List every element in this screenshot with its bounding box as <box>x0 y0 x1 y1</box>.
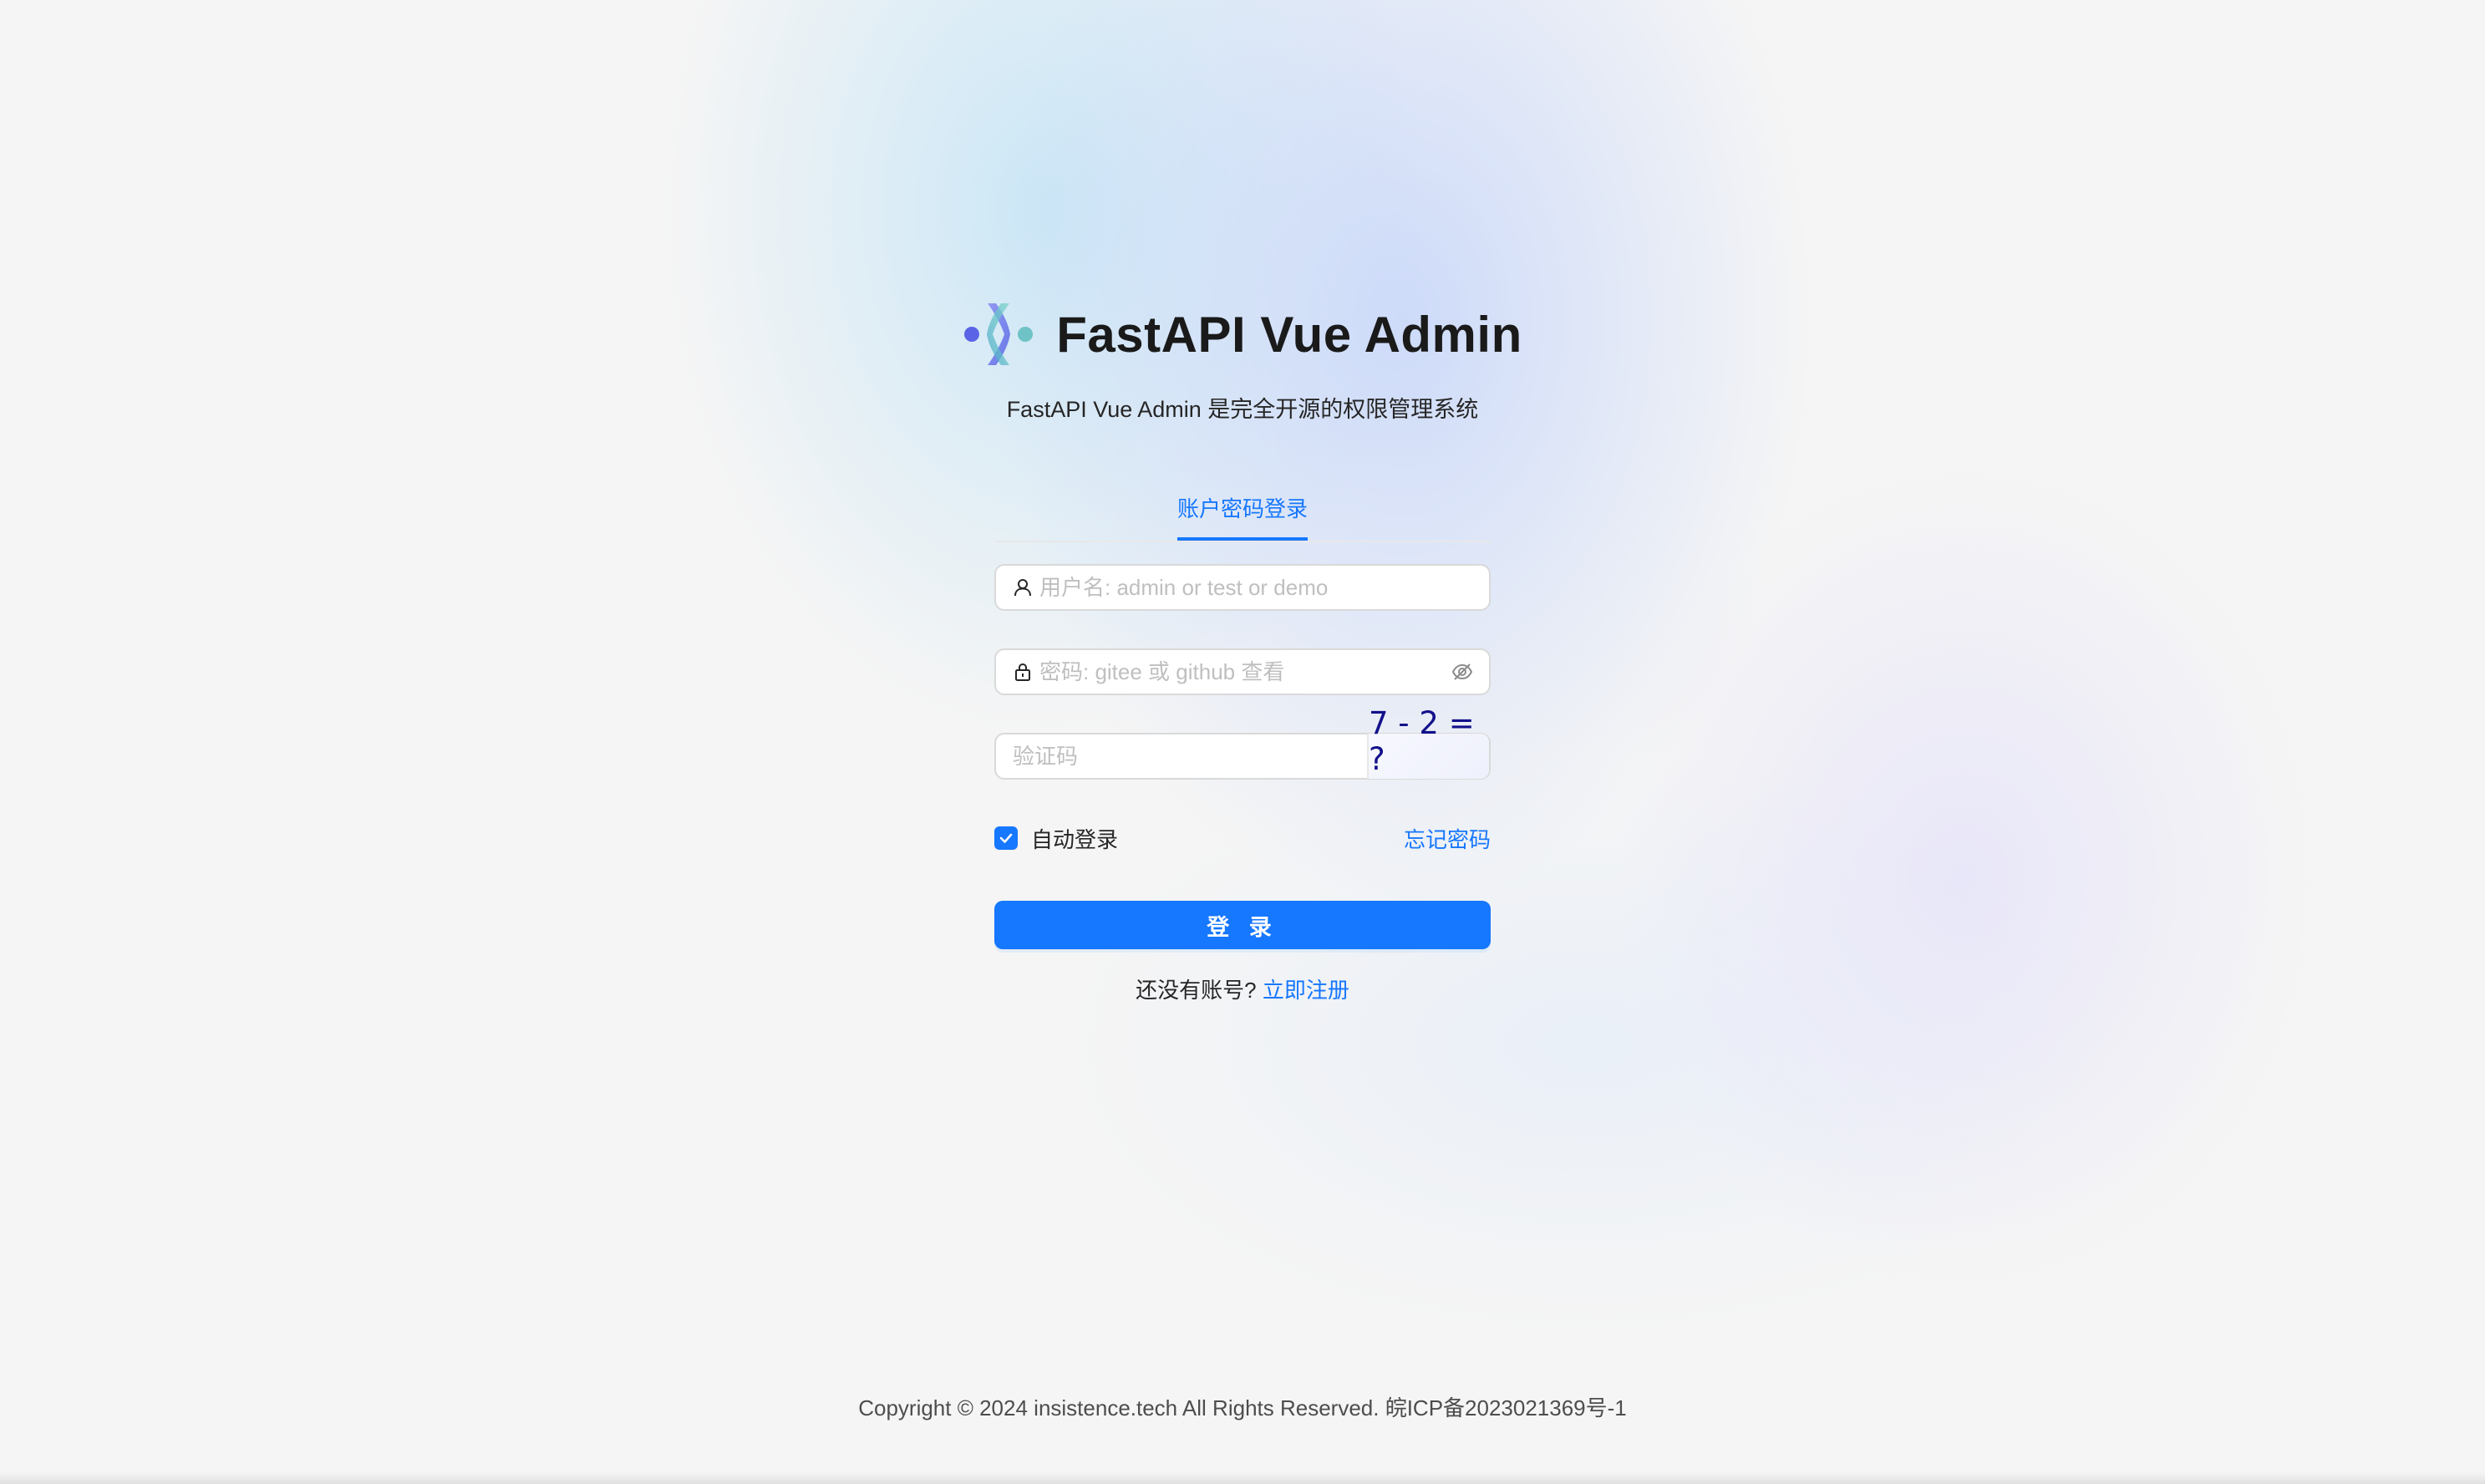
login-options-row: 自动登录 忘记密码 <box>994 821 1491 855</box>
checkbox-checked-icon[interactable] <box>994 826 1018 850</box>
lock-icon <box>1015 663 1030 681</box>
login-header: FastAPI Vue Admin FastAPI Vue Admin 是完全开… <box>0 294 2485 424</box>
eye-invisible-icon[interactable] <box>1451 660 1474 684</box>
auto-login-label: 自动登录 <box>1031 826 1119 852</box>
captcha-input[interactable] <box>996 734 1367 778</box>
title-row: FastAPI Vue Admin <box>0 294 2485 374</box>
register-row: 还没有账号? 立即注册 <box>994 973 1491 1004</box>
username-input[interactable] <box>1039 566 1489 609</box>
password-field[interactable] <box>994 648 1491 695</box>
auto-login-checkbox[interactable]: 自动登录 <box>994 823 1118 854</box>
password-input[interactable] <box>1039 650 1451 694</box>
fastapi-vue-admin-logo <box>964 303 1034 365</box>
captcha-field[interactable]: 7 - 2 = ? <box>994 705 1491 780</box>
username-field[interactable] <box>994 564 1491 611</box>
forgot-password-link[interactable]: 忘记密码 <box>1404 823 1491 854</box>
register-link[interactable]: 立即注册 <box>1263 978 1349 1003</box>
app-title: FastAPI Vue Admin <box>1056 306 1522 363</box>
footer-copyright: Copyright © 2024 insistence.tech All Rig… <box>858 1395 1627 1420</box>
login-form: 账户密码登录 7 - 2 = ? <box>994 480 1491 1003</box>
bottom-shadow <box>0 1472 2485 1484</box>
login-tabs: 账户密码登录 <box>994 480 1491 542</box>
app-subtitle: FastAPI Vue Admin 是完全开源的权限管理系统 <box>1006 397 1479 422</box>
register-prompt: 还没有账号? <box>1136 978 1257 1003</box>
login-button[interactable]: 登 录 <box>994 901 1491 949</box>
user-icon <box>1014 579 1031 597</box>
check-icon <box>999 833 1013 843</box>
tab-account-password-login[interactable]: 账户密码登录 <box>1176 480 1308 541</box>
captcha-image[interactable]: 7 - 2 = ? <box>1367 705 1489 779</box>
